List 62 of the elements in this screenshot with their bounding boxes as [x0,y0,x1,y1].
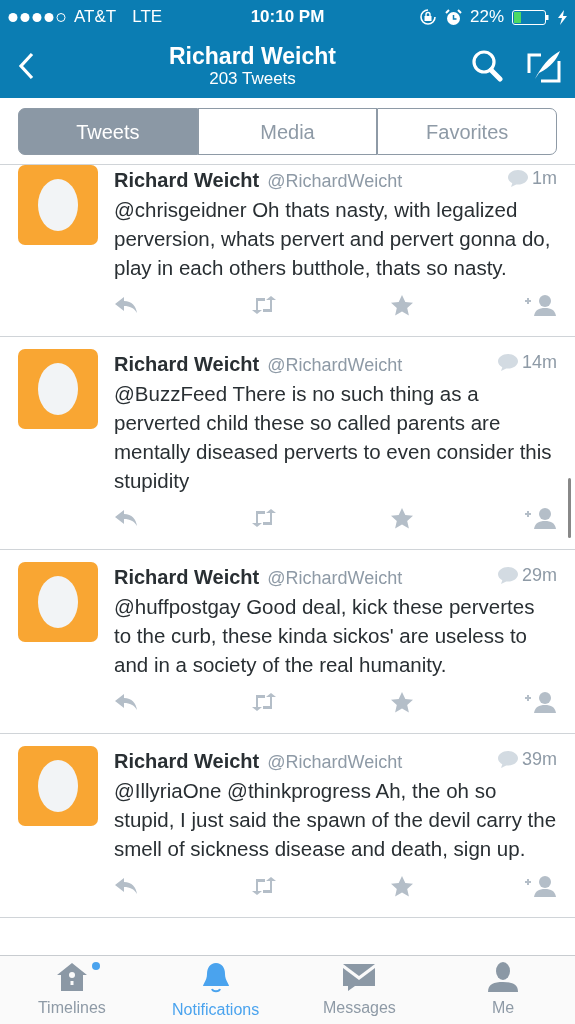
star-icon[interactable] [390,294,413,316]
rotation-lock-icon [419,8,437,26]
author-name[interactable]: Richard Weicht [114,562,260,592]
egg-avatar[interactable] [18,746,98,826]
search-icon[interactable] [471,49,503,83]
author-name[interactable]: Richard Weicht [114,349,260,379]
carrier-name: AT&T [74,6,117,29]
tweet-text: @BuzzFeed There is no such thing as a perverted child these so called parents are mentally diseased perverts to even consider this stupidity [114,381,553,494]
reply-icon[interactable] [114,693,138,711]
signal-icon [8,11,66,23]
author-handle[interactable]: @RichardWeicht [267,168,403,195]
author-handle[interactable]: @RichardWeicht [267,565,403,592]
tab-bar-item[interactable]: Me [431,956,575,1024]
segment-tab[interactable]: Favorites [377,108,557,155]
house-icon [55,962,88,992]
bell-icon [201,962,230,994]
tweet-count: 203 Tweets [208,69,297,89]
author-handle[interactable]: @RichardWeicht [267,749,403,776]
tab-bar-item[interactable]: Notifications [143,956,288,1024]
follow-icon[interactable] [525,691,557,713]
tweet-time: 1m [532,167,557,190]
mail-icon [343,964,376,992]
conversation-icon [498,354,518,371]
compose-icon[interactable] [527,49,561,83]
tweet-time: 39m [522,748,557,771]
author-name[interactable]: Richard Weicht [114,746,260,776]
segment-tab[interactable]: Media [197,108,378,155]
follow-icon[interactable] [525,875,557,897]
tweet-text: @huffpostgay Good deal, kick these pervertes to the curb, these kinda sickos' are useless to and in a society of the real humanity. [114,594,536,678]
reply-icon[interactable] [114,296,138,314]
person-icon [487,962,520,992]
network-type: LTE [132,6,163,29]
tab-bar-item[interactable]: Messages [287,956,432,1024]
reply-icon[interactable] [114,877,138,895]
battery-percent: 22% [470,6,504,29]
tweet-text: @IllyriaOne @thinkprogress Ah, the oh so stupid, I just said the spawn of the devil carry the smell of sickness disease and death, sign up. [114,778,557,862]
segment-tab[interactable]: Tweets [18,108,198,155]
egg-avatar[interactable] [18,165,98,245]
star-icon[interactable] [390,691,413,713]
conversation-icon [508,170,528,187]
star-icon[interactable] [390,507,413,529]
tweet-time: 29m [522,564,557,587]
follow-icon[interactable] [525,507,557,529]
egg-avatar[interactable] [18,349,98,429]
author-handle[interactable]: @RichardWeicht [267,352,403,379]
tweet-time: 14m [522,351,557,374]
alarm-icon [445,8,462,26]
star-icon[interactable] [390,875,413,897]
battery-icon [512,9,550,25]
tweet-text: @chrisgeidner Oh thats nasty, with legalized perversion, whats pervert and pervert gonna do, play in each others butthole, thats so nasty. [114,197,552,281]
author-name[interactable]: Richard Weicht [114,165,260,195]
conversation-icon [498,751,518,768]
conversation-icon [498,567,518,584]
follow-icon[interactable] [525,294,557,316]
profile-name: Richard Weicht [168,43,337,69]
reply-icon[interactable] [114,509,138,527]
egg-avatar[interactable] [18,562,98,642]
tab-bar-item[interactable]: Timelines [0,956,144,1024]
back-icon[interactable] [18,52,34,80]
status-time: 10:10 PM [250,6,325,29]
scroll-bar [568,478,571,538]
charging-icon [558,9,567,25]
